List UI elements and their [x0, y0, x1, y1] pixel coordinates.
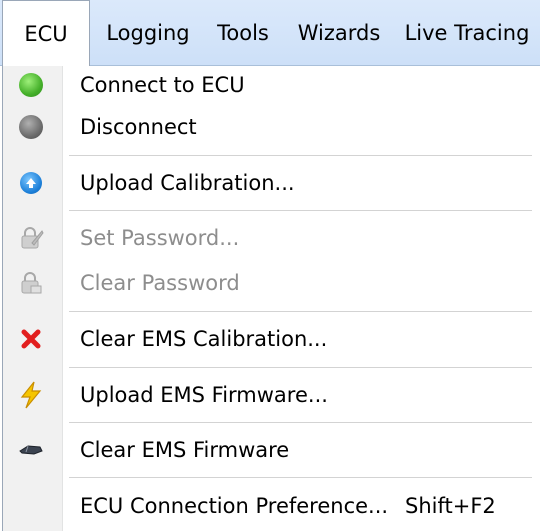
lightning-icon [17, 381, 45, 409]
menu-item-ecu-connection-preference[interactable]: ECU Connection Preference... Shift+F2 [3, 486, 537, 526]
menu-item-disconnect[interactable]: Disconnect [3, 108, 537, 146]
menu-ecu[interactable]: ECU [2, 0, 90, 67]
app-window: ECU Logging Tools Wizards Live Tracing C… [0, 0, 540, 531]
menu-separator [69, 210, 532, 212]
green-dot-icon [17, 71, 45, 99]
eraser-icon [17, 436, 45, 464]
menu-item-upload-ems-firmware[interactable]: Upload EMS Firmware... [3, 376, 537, 414]
menu-separator [69, 311, 532, 313]
menu-separator [69, 367, 532, 369]
menu-separator [69, 155, 532, 157]
menu-item-label: Clear EMS Calibration... [80, 327, 328, 351]
menu-item-clear-password[interactable]: Clear Password [3, 264, 537, 302]
menu-item-label: Clear Password [80, 271, 240, 295]
menu-item-clear-ems-firmware[interactable]: Clear EMS Firmware [3, 431, 537, 469]
shortcut-label: Shift+F2 [405, 494, 496, 518]
set-password-icon [17, 224, 45, 252]
red-x-icon [17, 325, 45, 353]
ecu-dropdown-menu: Connect to ECU Disconnect Upload Calibra… [2, 66, 538, 531]
menu-item-label: Connect to ECU [80, 73, 245, 97]
menu-item-connect-to-ecu[interactable]: Connect to ECU [3, 66, 537, 104]
menu-item-label: Disconnect [80, 115, 197, 139]
menu-live-tracing[interactable]: Live Tracing [394, 0, 540, 66]
lock-icon [17, 269, 45, 297]
menu-wizards[interactable]: Wizards [284, 0, 394, 66]
menu-item-label: Upload EMS Firmware... [80, 383, 328, 407]
menu-separator [69, 477, 532, 479]
menu-bar: ECU Logging Tools Wizards Live Tracing [0, 0, 540, 67]
menu-item-upload-calibration[interactable]: Upload Calibration... [3, 164, 537, 202]
menu-tools[interactable]: Tools [202, 0, 284, 66]
menu-item-clear-ems-calibration[interactable]: Clear EMS Calibration... [3, 320, 537, 358]
menu-separator [69, 422, 532, 424]
menu-item-label: Upload Calibration... [80, 171, 295, 195]
upload-icon [17, 169, 45, 197]
menu-item-label: Clear EMS Firmware [80, 438, 290, 462]
menu-item-set-password[interactable]: Set Password... [3, 219, 537, 257]
menu-item-label: ECU Connection Preference... [80, 494, 389, 518]
menu-item-label: Set Password... [80, 226, 240, 250]
menu-logging[interactable]: Logging [94, 0, 202, 66]
gray-dot-icon [17, 113, 45, 141]
